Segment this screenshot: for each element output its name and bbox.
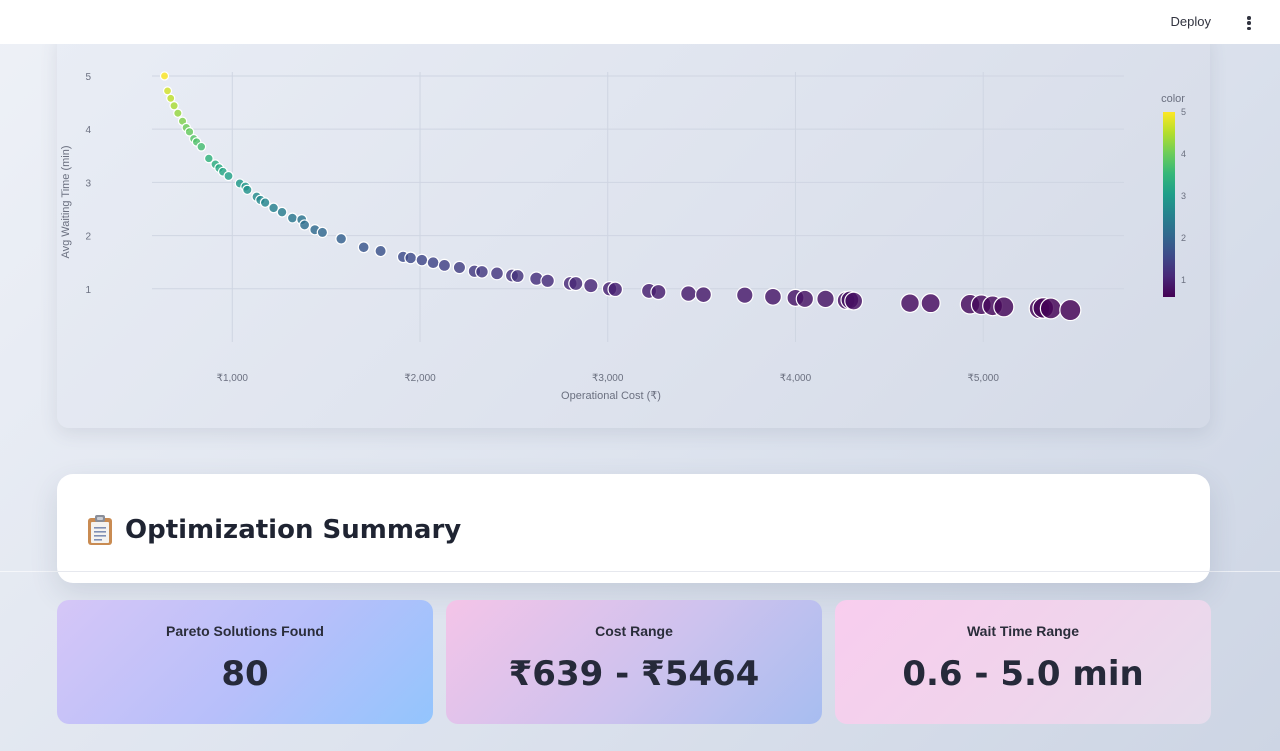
deploy-button[interactable]: Deploy: [1171, 14, 1211, 29]
metric-label: Wait Time Range: [966, 623, 1080, 639]
scatter-point: [920, 293, 941, 314]
colorbar-tick-label: 2: [1181, 233, 1186, 243]
y-tick-label: 3: [85, 178, 91, 189]
scatter-point: [763, 287, 782, 306]
colorbar-tick-label: 5: [1181, 107, 1186, 117]
x-axis-title: Operational Cost (₹): [561, 390, 661, 402]
colorbar-tick-label: 4: [1181, 149, 1186, 159]
metric-value: 0.6 - 5.0 min: [902, 654, 1144, 694]
scatter-point: [259, 197, 271, 208]
scatter-point: [316, 226, 329, 239]
scatter-point: [489, 266, 504, 281]
scatter-point: [607, 281, 624, 298]
scatter-point: [223, 170, 234, 182]
scatter-point: [426, 256, 440, 270]
scatter-point: [242, 184, 253, 196]
x-tick-label: ₹1,000: [217, 373, 249, 384]
metric-value: 80: [221, 654, 269, 694]
colorbar-title: color: [1161, 93, 1185, 105]
colorbar: [1163, 112, 1175, 297]
y-tick-label: 2: [85, 232, 91, 243]
scatter-point: [286, 212, 298, 224]
scatter-point: [437, 258, 452, 272]
scatter-point: [335, 232, 348, 245]
scatter-point: [415, 253, 429, 267]
scatter-point: [568, 275, 584, 292]
scatter-point: [900, 293, 920, 314]
scatter-point: [298, 219, 311, 231]
pareto-chart-card: ₹1,000 ₹2,000 ₹3,000 ₹4,000 ₹5,000 1 2 3 4 5 Opera…: [57, 30, 1210, 428]
x-tick-label: ₹4,000: [780, 373, 812, 384]
scatter-point: [196, 141, 207, 152]
scatter-point: [475, 264, 489, 279]
more-vertical-icon[interactable]: [1242, 13, 1256, 33]
scatter-point: [650, 283, 667, 301]
y-tick-label: 5: [85, 72, 91, 83]
y-axis-title: Avg Waiting Time (min): [60, 145, 72, 258]
summary-divider: [57, 571, 1210, 572]
scatter-point: [795, 289, 815, 309]
x-tick-label: ₹3,000: [592, 373, 624, 384]
pareto-scatter-chart[interactable]: ₹1,000 ₹2,000 ₹3,000 ₹4,000 ₹5,000 1 2 3 4 5 Opera…: [57, 30, 1210, 428]
scatter-point: [510, 268, 525, 284]
x-tick-label: ₹2,000: [404, 373, 436, 384]
scatter-point: [159, 71, 170, 81]
scatter-point: [540, 273, 555, 289]
scatter-point: [162, 86, 173, 96]
scatter-point: [1059, 298, 1082, 322]
scatter-point: [583, 277, 599, 294]
summary-title: Optimization Summary: [125, 515, 462, 545]
scatter-point: [694, 286, 712, 304]
summary-header-card: Optimization Summary: [57, 474, 1210, 583]
scatter-point: [404, 251, 418, 265]
colorbar-tick-label: 1: [1181, 275, 1186, 285]
x-tick-label: ₹5,000: [968, 373, 1000, 384]
y-tick-label: 1: [85, 285, 91, 296]
y-tick-label: 4: [85, 125, 91, 136]
colorbar-tick-label: 3: [1181, 191, 1186, 201]
metric-card-wait-time-range: Wait Time Range 0.6 - 5.0 min: [835, 600, 1211, 724]
scatter-point: [173, 108, 183, 118]
scatter-point: [276, 206, 288, 218]
scatter-point: [993, 296, 1015, 318]
metric-card-pareto-solutions: Pareto Solutions Found 80: [57, 600, 433, 724]
summary-heading: Optimization Summary: [87, 510, 461, 550]
clipboard-icon: [88, 515, 112, 545]
scatter-point: [735, 286, 754, 304]
scatter-point: [374, 244, 387, 258]
metric-label: Pareto Solutions Found: [166, 623, 324, 639]
metric-card-cost-range: Cost Range ₹639 - ₹5464: [446, 600, 822, 724]
scatter-point: [1039, 297, 1062, 320]
scatter-point: [844, 291, 864, 311]
app-header: Deploy: [0, 0, 1280, 44]
scatter-point: [680, 285, 697, 302]
scatter-point: [357, 241, 370, 254]
metric-value: ₹639 - ₹5464: [508, 654, 760, 694]
metric-label: Cost Range: [595, 623, 673, 639]
scatter-point: [452, 260, 467, 275]
scatter-point: [816, 289, 835, 309]
